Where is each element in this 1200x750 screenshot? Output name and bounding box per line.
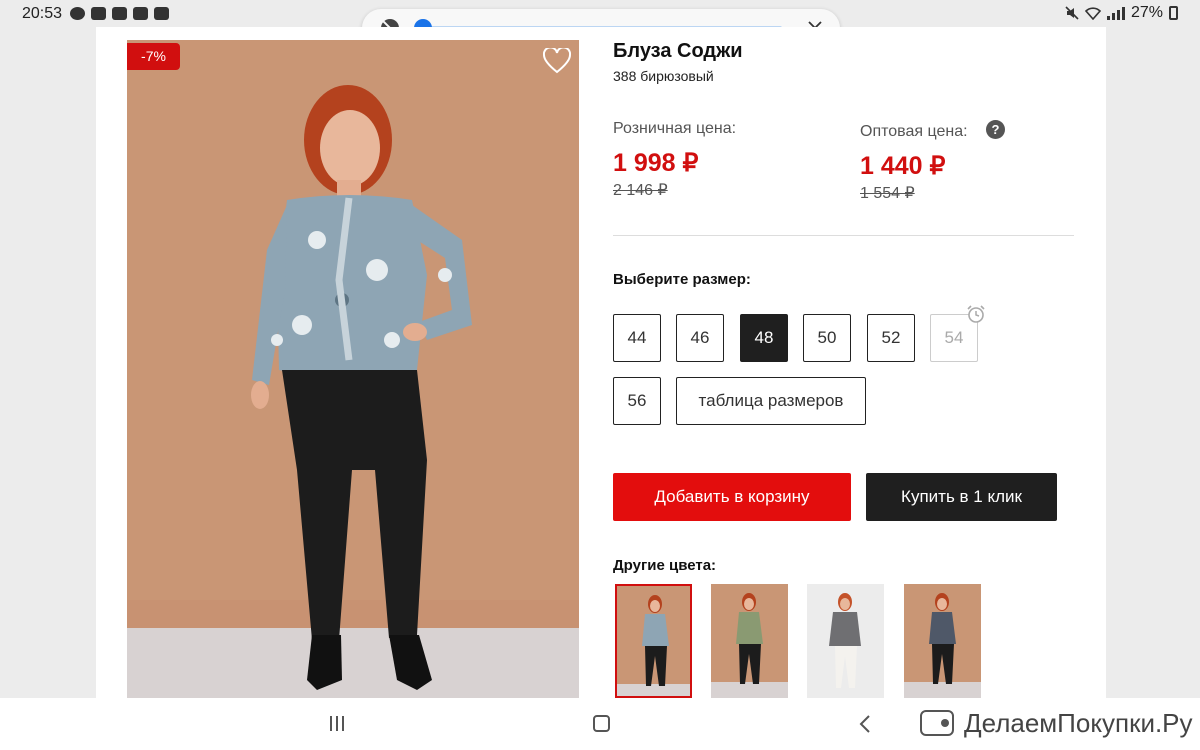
size-table-button[interactable]: таблица размеров xyxy=(676,377,866,425)
signal-icon xyxy=(1106,6,1125,20)
youtube-icon xyxy=(133,7,148,20)
system-nav-bar: ДелаемПокупки.Ру xyxy=(0,698,1200,750)
size-option[interactable]: 44 xyxy=(613,314,661,362)
buy-one-click-button[interactable]: Купить в 1 клик xyxy=(866,473,1057,521)
discount-badge: -7% xyxy=(127,43,180,70)
retail-old-price: 2 146 ₽ xyxy=(613,182,668,199)
color-thumbnail[interactable] xyxy=(904,584,981,698)
size-option[interactable]: 50 xyxy=(803,314,851,362)
wifi-icon xyxy=(1084,7,1101,20)
size-label: Выберите размер: xyxy=(613,271,751,288)
size-option[interactable]: 56 xyxy=(613,377,661,425)
retail-price-label: Розничная цена: xyxy=(613,120,737,137)
thumbnail-image xyxy=(904,584,981,698)
notification-icon xyxy=(112,7,127,20)
wholesale-old-price: 1 554 ₽ xyxy=(860,185,915,202)
size-option-selected[interactable]: 48 xyxy=(740,314,788,362)
retail-price: 1 998 ₽ xyxy=(613,149,699,177)
color-thumbnail[interactable] xyxy=(807,584,884,698)
product-title: Блуза Соджи xyxy=(613,40,743,62)
alarm-clock-icon[interactable] xyxy=(966,304,986,324)
system-icons: 27% xyxy=(1065,4,1178,22)
battery-icon xyxy=(1169,6,1178,20)
color-thumbnail-selected[interactable] xyxy=(615,584,692,698)
thumbnail-image xyxy=(617,586,690,696)
home-icon[interactable] xyxy=(593,715,610,732)
image-icon xyxy=(154,7,169,20)
add-to-cart-button[interactable]: Добавить в корзину xyxy=(613,473,851,521)
product-subtitle: 388 бирюзовый xyxy=(613,68,714,84)
product-photo[interactable]: -7% xyxy=(127,40,579,698)
youtube-icon xyxy=(91,7,106,20)
notification-icons xyxy=(70,7,169,20)
help-icon[interactable]: ? xyxy=(986,120,1005,139)
size-option[interactable]: 52 xyxy=(867,314,915,362)
favorite-heart-icon[interactable] xyxy=(543,48,571,74)
wholesale-price: 1 440 ₽ xyxy=(860,152,946,180)
mute-icon xyxy=(1065,6,1079,20)
wholesale-price-label: Оптовая цена: xyxy=(860,123,968,140)
thumbnail-image xyxy=(807,584,884,698)
chat-icon xyxy=(70,7,85,20)
color-thumbnail[interactable] xyxy=(711,584,788,698)
battery-percent: 27% xyxy=(1130,4,1163,21)
other-colors-label: Другие цвета: xyxy=(613,557,717,574)
model-figure xyxy=(251,85,472,690)
watermark: ДелаемПокупки.Ру xyxy=(920,703,1193,743)
back-icon[interactable] xyxy=(858,714,872,734)
status-time: 20:53 xyxy=(22,5,63,22)
thumbnail-image xyxy=(711,584,788,698)
size-option[interactable]: 46 xyxy=(676,314,724,362)
recent-apps-icon[interactable] xyxy=(330,716,344,731)
watermark-text: ДелаемПокупки.Ру xyxy=(964,707,1193,738)
wallet-logo-icon xyxy=(920,710,954,736)
divider xyxy=(613,235,1074,236)
